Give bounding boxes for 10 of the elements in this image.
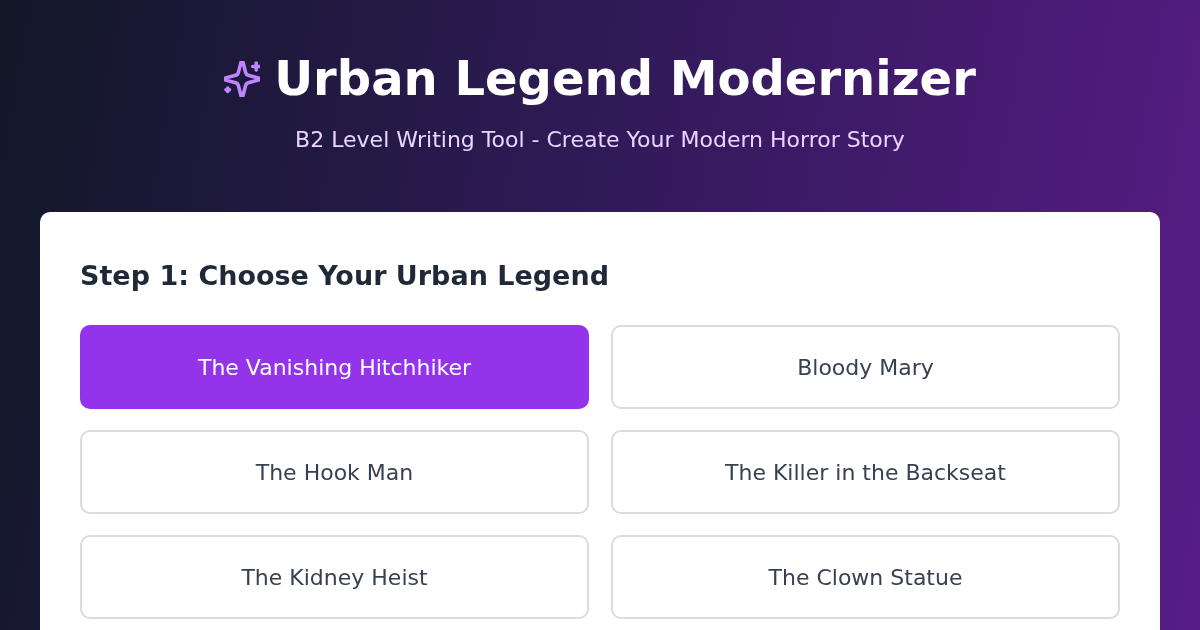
legend-option-button[interactable]: The Kidney Heist	[80, 535, 589, 619]
legend-option-button[interactable]: The Hook Man	[80, 430, 589, 514]
page-title: Urban Legend Modernizer	[274, 49, 976, 107]
legend-option-button[interactable]: Bloody Mary	[611, 325, 1120, 409]
page-subtitle: B2 Level Writing Tool - Create Your Modern Horror Story	[295, 126, 905, 154]
legend-option-button[interactable]: The Killer in the Backseat	[611, 430, 1120, 514]
legend-option-button[interactable]: The Vanishing Hitchhiker	[80, 325, 589, 409]
legend-option-button[interactable]: The Clown Statue	[611, 535, 1120, 619]
step-heading: Step 1: Choose Your Urban Legend	[80, 259, 610, 293]
sparkles-icon	[224, 61, 261, 97]
